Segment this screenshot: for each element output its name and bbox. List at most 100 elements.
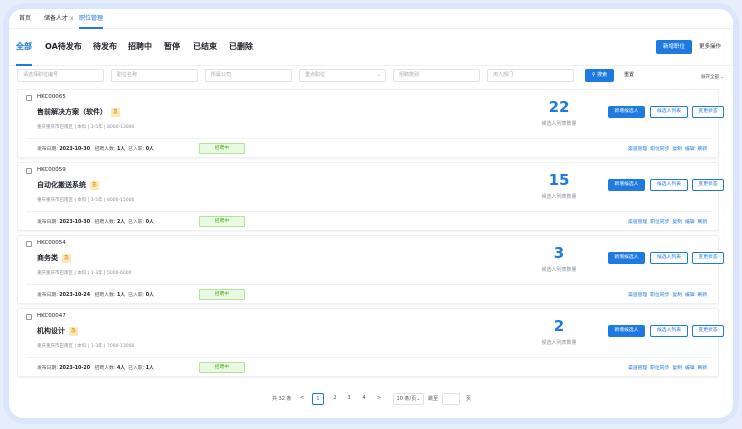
job-checkbox[interactable] — [26, 241, 32, 247]
more-actions-button[interactable]: 更多操作 — [699, 40, 721, 54]
status-tab-deleted[interactable]: 已删除 — [229, 30, 253, 66]
recruit-category-select[interactable]: 招聘类别 — [393, 69, 480, 82]
status-tab-all[interactable]: 全部 — [16, 30, 32, 66]
add-candidate-button[interactable]: 新增候选人 — [608, 106, 645, 118]
status-tab-pending[interactable]: 待发布 — [93, 30, 117, 66]
channel-manage-link[interactable]: 渠道管理 — [628, 147, 647, 152]
change-status-button[interactable]: 变更状态 — [692, 106, 724, 118]
copy-link[interactable]: 复制 — [672, 366, 682, 371]
candidate-list-button[interactable]: 候选人列表 — [650, 106, 688, 118]
page-4-button[interactable]: 4 — [358, 393, 370, 405]
page-2-button[interactable]: 2 — [329, 393, 341, 405]
refresh-link[interactable]: 刷新 — [698, 147, 708, 152]
position-sync-link[interactable]: 职位同步 — [650, 220, 669, 225]
add-candidate-button[interactable]: 新增候选人 — [608, 325, 645, 337]
page-3-button[interactable]: 3 — [343, 393, 355, 405]
edit-link[interactable]: 编辑 — [685, 293, 695, 298]
channel-manage-link[interactable]: 渠道管理 — [628, 366, 647, 371]
status-badge: 招聘中 — [199, 362, 245, 373]
candidate-count[interactable]: 15 — [519, 171, 599, 189]
close-icon[interactable]: x — [70, 15, 74, 22]
status-tab-paused[interactable]: 暂停 — [164, 30, 180, 66]
position-code-input[interactable]: 请选择职位编号 — [17, 69, 104, 82]
status-tab-ended[interactable]: 已结束 — [193, 30, 217, 66]
tab-home-label: 首页 — [19, 15, 32, 22]
total-count: 共 32 条 — [272, 396, 292, 402]
search-button-label: 搜索 — [597, 72, 608, 78]
job-title[interactable]: 售前解决方案（软件） — [37, 108, 107, 116]
job-title[interactable]: 商务类 — [37, 254, 58, 262]
hire-count: 1人 — [116, 293, 126, 298]
job-title[interactable]: 自动化搬送系统 — [37, 181, 86, 189]
joined-count-label: 已入职: — [128, 293, 145, 298]
job-meta: 重庆重庆市巴南区 | 本科 | 1-3年 | 7000-13000 — [37, 344, 135, 349]
position-sync-link[interactable]: 职位同步 — [650, 366, 669, 371]
expand-all-link[interactable]: 展开全部 ⌄ — [701, 74, 724, 80]
company-select[interactable]: 所属公司 — [205, 69, 292, 82]
joined-count-label: 已入职: — [128, 220, 145, 225]
copy-link[interactable]: 复制 — [672, 147, 682, 152]
edit-link[interactable]: 编辑 — [685, 220, 695, 225]
candidate-count[interactable]: 2 — [519, 317, 599, 335]
tab-talent-pool[interactable]: 储备人才 x — [44, 9, 74, 29]
publish-date-label: 发布日期: — [37, 293, 58, 298]
status-tab-oa-pending[interactable]: OA待发布 — [45, 30, 82, 66]
chevron-down-icon: ⌄ — [376, 72, 381, 78]
department-select[interactable]: 用人部门 — [487, 69, 574, 82]
chevron-down-icon: ⌄ — [416, 396, 421, 402]
position-sync-link[interactable]: 职位同步 — [650, 293, 669, 298]
channel-manage-link[interactable]: 渠道管理 — [628, 293, 647, 298]
candidate-list-button[interactable]: 候选人列表 — [650, 325, 688, 337]
change-status-button[interactable]: 变更状态 — [692, 325, 724, 337]
copy-link[interactable]: 复制 — [672, 293, 682, 298]
change-status-button[interactable]: 变更状态 — [692, 252, 724, 264]
prev-page-button[interactable]: < — [296, 393, 308, 405]
job-title-row: 售前解决方案（软件） 急 — [37, 107, 120, 117]
page-size-select[interactable]: 10 条/页⌄ — [393, 393, 424, 405]
goto-page-input[interactable] — [442, 393, 460, 405]
tab-position-management[interactable]: 职位管理 — [79, 9, 104, 29]
job-card: HKC00047 机构设计急重庆重庆市巴南区 | 本科 | 1-3年 | 7000… — [17, 308, 724, 377]
job-stats: 发布日期: 2023-10-30 招聘人数: 2人 已入职: 0人 — [37, 218, 154, 225]
status-badge: 招聘中 — [199, 289, 245, 300]
position-sync-link[interactable]: 职位同步 — [650, 147, 669, 152]
change-status-button[interactable]: 变更状态 — [692, 179, 724, 191]
edit-link[interactable]: 编辑 — [685, 147, 695, 152]
next-page-button[interactable]: > — [373, 393, 385, 405]
tab-position-management-label: 职位管理 — [79, 15, 104, 22]
candidate-count[interactable]: 3 — [519, 244, 599, 262]
urgent-badge: 急 — [69, 326, 78, 336]
add-candidate-button[interactable]: 新增候选人 — [608, 179, 645, 191]
status-tabs: 全部 OA待发布 待发布 招聘中 暂停 已结束 已删除 — [9, 30, 733, 66]
job-code: HKC00054 — [37, 240, 66, 246]
status-badge: 招聘中 — [199, 143, 245, 154]
candidate-list-button[interactable]: 候选人列表 — [650, 252, 688, 264]
card-links: 渠道管理 职位同步 复制 编辑 刷新 — [628, 145, 710, 152]
page-1-button[interactable]: 1 — [312, 393, 324, 405]
status-tab-recruiting[interactable]: 招聘中 — [128, 30, 152, 66]
candidate-count[interactable]: 22 — [519, 98, 599, 116]
reset-button[interactable]: 重置 — [619, 69, 639, 82]
hire-count: 4人 — [116, 366, 126, 371]
position-name-input[interactable]: 职位名称 — [111, 69, 198, 82]
refresh-link[interactable]: 刷新 — [698, 220, 708, 225]
new-position-button[interactable]: 新增职位 — [656, 40, 692, 54]
job-checkbox[interactable] — [26, 314, 32, 320]
job-card: HKC00059 自动化搬送系统急重庆重庆市巴南区 | 本科 | 3-5年 | 8… — [17, 162, 724, 231]
add-candidate-button[interactable]: 新增候选人 — [608, 252, 645, 264]
channel-manage-link[interactable]: 渠道管理 — [628, 220, 647, 225]
copy-link[interactable]: 复制 — [672, 220, 682, 225]
edit-link[interactable]: 编辑 — [685, 366, 695, 371]
tab-home[interactable]: 首页 — [19, 9, 31, 29]
job-title-row: 机构设计急 — [37, 326, 78, 336]
joined-count-label: 已入职: — [128, 366, 145, 371]
job-title[interactable]: 机构设计 — [37, 327, 65, 335]
key-position-select[interactable]: 重点职位 ⌄ — [299, 69, 386, 82]
app-window: 首页 储备人才 x 职位管理 全部 OA待发布 待发布 招聘中 暂停 已结束 已删… — [9, 9, 733, 418]
candidate-list-button[interactable]: 候选人列表 — [650, 179, 688, 191]
job-checkbox[interactable] — [26, 168, 32, 174]
job-checkbox[interactable] — [26, 95, 32, 101]
search-button[interactable]: ⚲ 搜索 — [585, 69, 614, 82]
refresh-link[interactable]: 刷新 — [698, 293, 708, 298]
refresh-link[interactable]: 刷新 — [698, 366, 708, 371]
